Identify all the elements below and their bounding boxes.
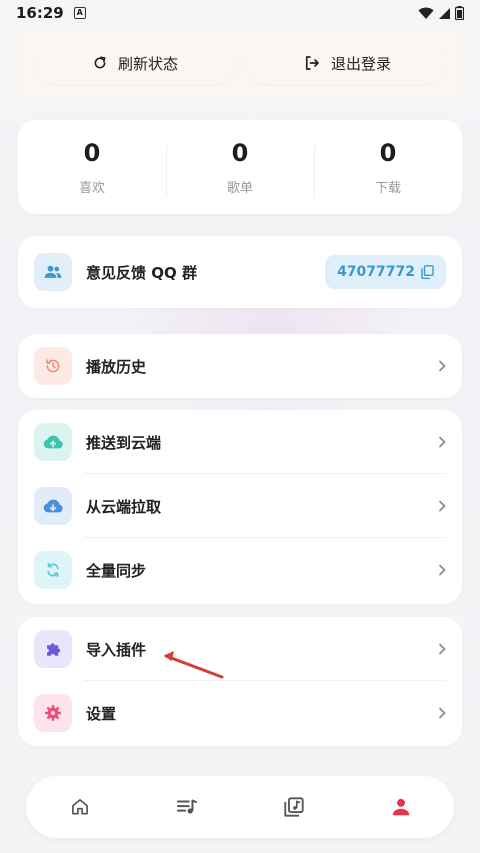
logout-icon [305,56,319,70]
feedback-title: 意见反馈 QQ 群 [86,263,197,282]
music-library-icon [283,797,304,817]
annotation-arrow-icon [164,651,224,679]
puzzle-icon [34,630,72,668]
stats-card: 0 喜欢 0 歌单 0 下载 [18,120,462,214]
nav-playlist[interactable] [162,782,212,832]
push-to-cloud-row[interactable]: 推送到云端 [18,410,462,474]
nav-music-library[interactable] [269,782,319,832]
status-time: 16:29 [16,4,64,22]
qq-group-number: 47077772 [337,264,415,280]
chevron-right-icon [439,564,446,576]
stat-label: 歌单 [226,180,253,196]
pull-from-cloud-row[interactable]: 从云端拉取 [18,474,462,538]
chevron-right-icon [439,707,446,719]
stat-favorites[interactable]: 0 喜欢 [18,139,166,196]
copy-qq-group-button[interactable]: 47077772 [325,255,446,289]
person-icon [392,798,409,816]
push-to-cloud-label: 推送到云端 [86,433,162,452]
refresh-icon [94,56,106,69]
notification-icon: A [73,7,86,19]
nav-profile[interactable] [376,782,426,832]
plugins-settings-card: 导入插件 设置 [18,617,462,746]
playlist-icon [176,799,197,814]
bottom-navigation [26,776,454,838]
mine-screen: 16:29 A 刷新状态 退出登录 0 喜欢 0 歌单 0 下载 意见反馈 QQ… [0,0,480,853]
stat-value: 0 [379,138,397,167]
logout-button[interactable]: 退出登录 [246,42,448,84]
logout-label: 退出登录 [330,54,391,73]
stat-downloads[interactable]: 0 下载 [314,138,462,197]
settings-gear-icon [34,694,72,732]
play-history-label: 播放历史 [86,357,147,376]
stat-label: 下载 [374,180,401,196]
battery-icon [455,6,464,20]
stat-label: 喜欢 [78,180,105,196]
history-card: 播放历史 [18,334,462,398]
wifi-icon [418,7,434,19]
import-plugin-row[interactable]: 导入插件 [18,617,462,681]
refresh-status-button[interactable]: 刷新状态 [34,42,236,84]
chevron-right-icon [439,360,446,372]
settings-label: 设置 [86,704,117,723]
cloud-upload-icon [34,423,72,461]
stat-value: 0 [83,138,101,167]
play-history-row[interactable]: 播放历史 [18,334,462,398]
chevron-right-icon [439,436,446,448]
nav-home[interactable] [55,782,105,832]
stat-value: 0 [231,138,249,167]
status-icons [418,6,464,20]
feedback-card: 意见反馈 QQ 群 47077772 [18,236,462,308]
history-icon [34,347,72,385]
sync-icon [34,551,72,589]
status-bar: 16:29 A [0,0,480,26]
import-plugin-label: 导入插件 [86,640,147,659]
group-icon [34,253,72,291]
copy-icon [421,265,434,279]
cloud-download-icon [34,487,72,525]
chevron-right-icon [439,643,446,655]
full-sync-label: 全量同步 [86,561,147,580]
settings-row[interactable]: 设置 [18,681,462,745]
refresh-status-label: 刷新状态 [117,54,178,73]
signal-icon [439,7,450,19]
pull-from-cloud-label: 从云端拉取 [86,497,162,516]
cloud-card: 推送到云端 从云端拉取 全量同步 [18,410,462,604]
stat-playlists[interactable]: 0 歌单 [166,138,314,197]
chevron-right-icon [439,500,446,512]
home-icon [71,799,88,815]
full-sync-row[interactable]: 全量同步 [18,538,462,602]
